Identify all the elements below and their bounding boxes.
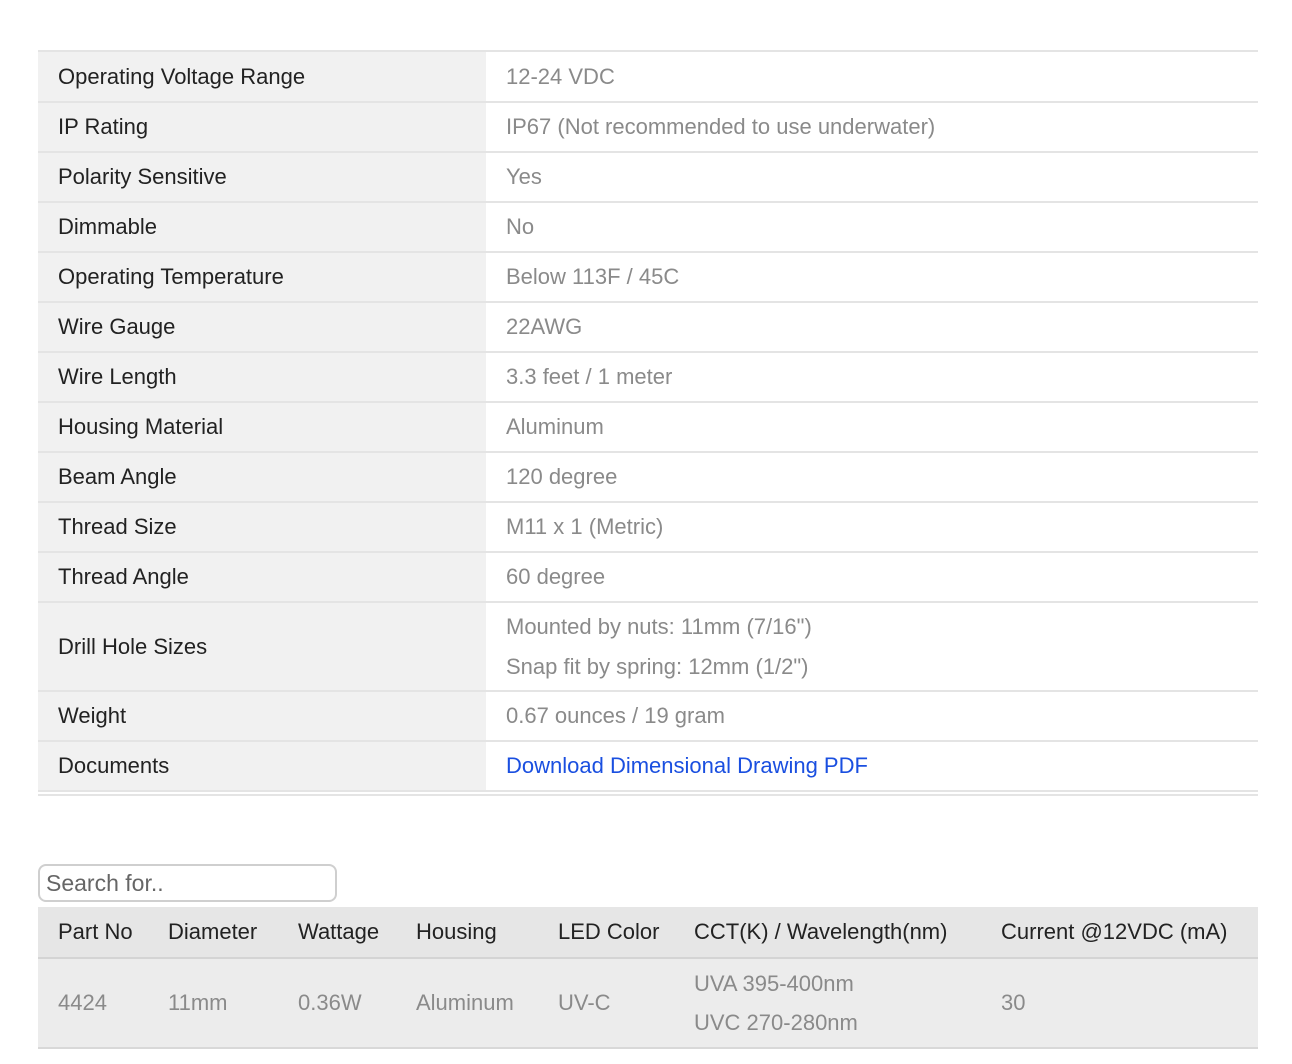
spec-label: Wire Length <box>38 353 486 401</box>
column-header[interactable]: Current @12VDC (mA) <box>981 919 1258 945</box>
spec-row: IP Rating IP67 (Not recommended to use un… <box>38 103 1258 153</box>
table-row: 4424 11mm 0.36W Aluminum UV-C UVA 395-400nm UV… <box>38 959 1258 1049</box>
column-header[interactable]: Part No <box>38 919 148 945</box>
spec-value: 12-24 VDC <box>486 52 1258 101</box>
spec-row: Wire Length 3.3 feet / 1 meter <box>38 353 1258 403</box>
spec-label: Thread Size <box>38 503 486 551</box>
spec-value: 60 degree <box>486 553 1258 601</box>
spec-row: Thread Size M11 x 1 (Metric) <box>38 503 1258 553</box>
spec-label: Housing Material <box>38 403 486 451</box>
spec-value-line: IP67 (Not recommended to use underwater) <box>506 114 936 139</box>
spec-value-line: 0.67 ounces / 19 gram <box>506 703 725 728</box>
spec-value-line: 22AWG <box>506 314 583 339</box>
spec-value-line: 120 degree <box>506 464 618 489</box>
spec-row: Operating Voltage Range 12-24 VDC <box>38 52 1258 103</box>
spec-row: Drill Hole Sizes Mounted by nuts: 11mm (7… <box>38 603 1258 692</box>
spec-value: Below 113F / 45C <box>486 253 1258 301</box>
spec-value-line: Mounted by nuts: 11mm (7/16") <box>506 613 812 639</box>
spec-row: Dimmable No <box>38 203 1258 253</box>
spec-value-line: Snap fit by spring: 12mm (1/2") <box>506 653 809 679</box>
spec-label: Polarity Sensitive <box>38 153 486 201</box>
spec-label: IP Rating <box>38 103 486 151</box>
spec-row: Housing Material Aluminum <box>38 403 1258 453</box>
table-cell: Aluminum <box>416 990 514 1015</box>
table-cell-line: UVC 270-280nm <box>694 1010 858 1035</box>
spec-value: 120 degree <box>486 453 1258 501</box>
spec-row: Weight 0.67 ounces / 19 gram <box>38 692 1258 742</box>
table-cell: UV-C <box>558 990 611 1015</box>
table-cell: UVA 395-400nm UVC 270-280nm <box>674 964 981 1042</box>
spec-value-line: Aluminum <box>506 414 604 439</box>
spec-value: 3.3 feet / 1 meter <box>486 353 1258 401</box>
spec-label: Beam Angle <box>38 453 486 501</box>
spec-row: Thread Angle 60 degree <box>38 553 1258 603</box>
spec-table-divider <box>38 794 1258 796</box>
spec-row: Operating Temperature Below 113F / 45C <box>38 253 1258 303</box>
spec-table: Operating Voltage Range 12-24 VDC IP Ratin… <box>38 50 1258 792</box>
spec-value: M11 x 1 (Metric) <box>486 503 1258 551</box>
spec-value-line: No <box>506 214 535 239</box>
spec-value-line: Yes <box>506 164 542 189</box>
spec-label: Wire Gauge <box>38 303 486 351</box>
spec-label: Drill Hole Sizes <box>38 603 486 690</box>
spec-value: Mounted by nuts: 11mm (7/16") Snap fit by… <box>486 603 1258 690</box>
spec-value-line: 3.3 feet / 1 meter <box>506 364 673 389</box>
spec-value-line: 60 degree <box>506 564 606 589</box>
spec-value: No <box>486 203 1258 251</box>
spec-value-line: 12-24 VDC <box>506 63 615 89</box>
table-cell: 30 <box>1001 990 1026 1015</box>
spec-value: 0.67 ounces / 19 gram <box>486 692 1258 740</box>
parts-table-header: Part No Diameter Wattage Housing LED Color CC… <box>38 907 1258 959</box>
parts-table: Part No Diameter Wattage Housing LED Color CC… <box>38 907 1258 1049</box>
spec-value: Yes <box>486 153 1258 201</box>
spec-value: Aluminum <box>486 403 1258 451</box>
search-input[interactable] <box>38 864 337 902</box>
table-cell-line: UVA 395-400nm <box>694 971 854 996</box>
spec-row: Beam Angle 120 degree <box>38 453 1258 503</box>
spec-value: 22AWG <box>486 303 1258 351</box>
download-drawing-link[interactable]: Download Dimensional Drawing PDF <box>506 746 1258 786</box>
table-cell: 11mm <box>168 990 228 1015</box>
spec-label: Documents <box>38 742 486 790</box>
column-header[interactable]: Housing <box>396 919 538 945</box>
column-header[interactable]: Wattage <box>278 919 396 945</box>
table-cell: 4424 <box>58 990 107 1015</box>
spec-value: Download Dimensional Drawing PDF <box>486 742 1258 790</box>
spec-label: Dimmable <box>38 203 486 251</box>
column-header[interactable]: Diameter <box>148 919 278 945</box>
spec-label: Operating Temperature <box>38 253 486 301</box>
column-header[interactable]: CCT(K) / Wavelength(nm) <box>674 919 981 945</box>
spec-value-line: Below 113F / 45C <box>506 264 680 289</box>
spec-label: Weight <box>38 692 486 740</box>
column-header[interactable]: LED Color <box>538 919 674 945</box>
spec-row: Documents Download Dimensional Drawing PD… <box>38 742 1258 792</box>
spec-label: Thread Angle <box>38 553 486 601</box>
spec-label: Operating Voltage Range <box>38 52 486 101</box>
table-cell: 0.36W <box>298 990 362 1015</box>
spec-value-line: M11 x 1 (Metric) <box>506 514 664 539</box>
spec-row: Wire Gauge 22AWG <box>38 303 1258 353</box>
spec-row: Polarity Sensitive Yes <box>38 153 1258 203</box>
spec-value: IP67 (Not recommended to use underwater) <box>486 103 1258 151</box>
